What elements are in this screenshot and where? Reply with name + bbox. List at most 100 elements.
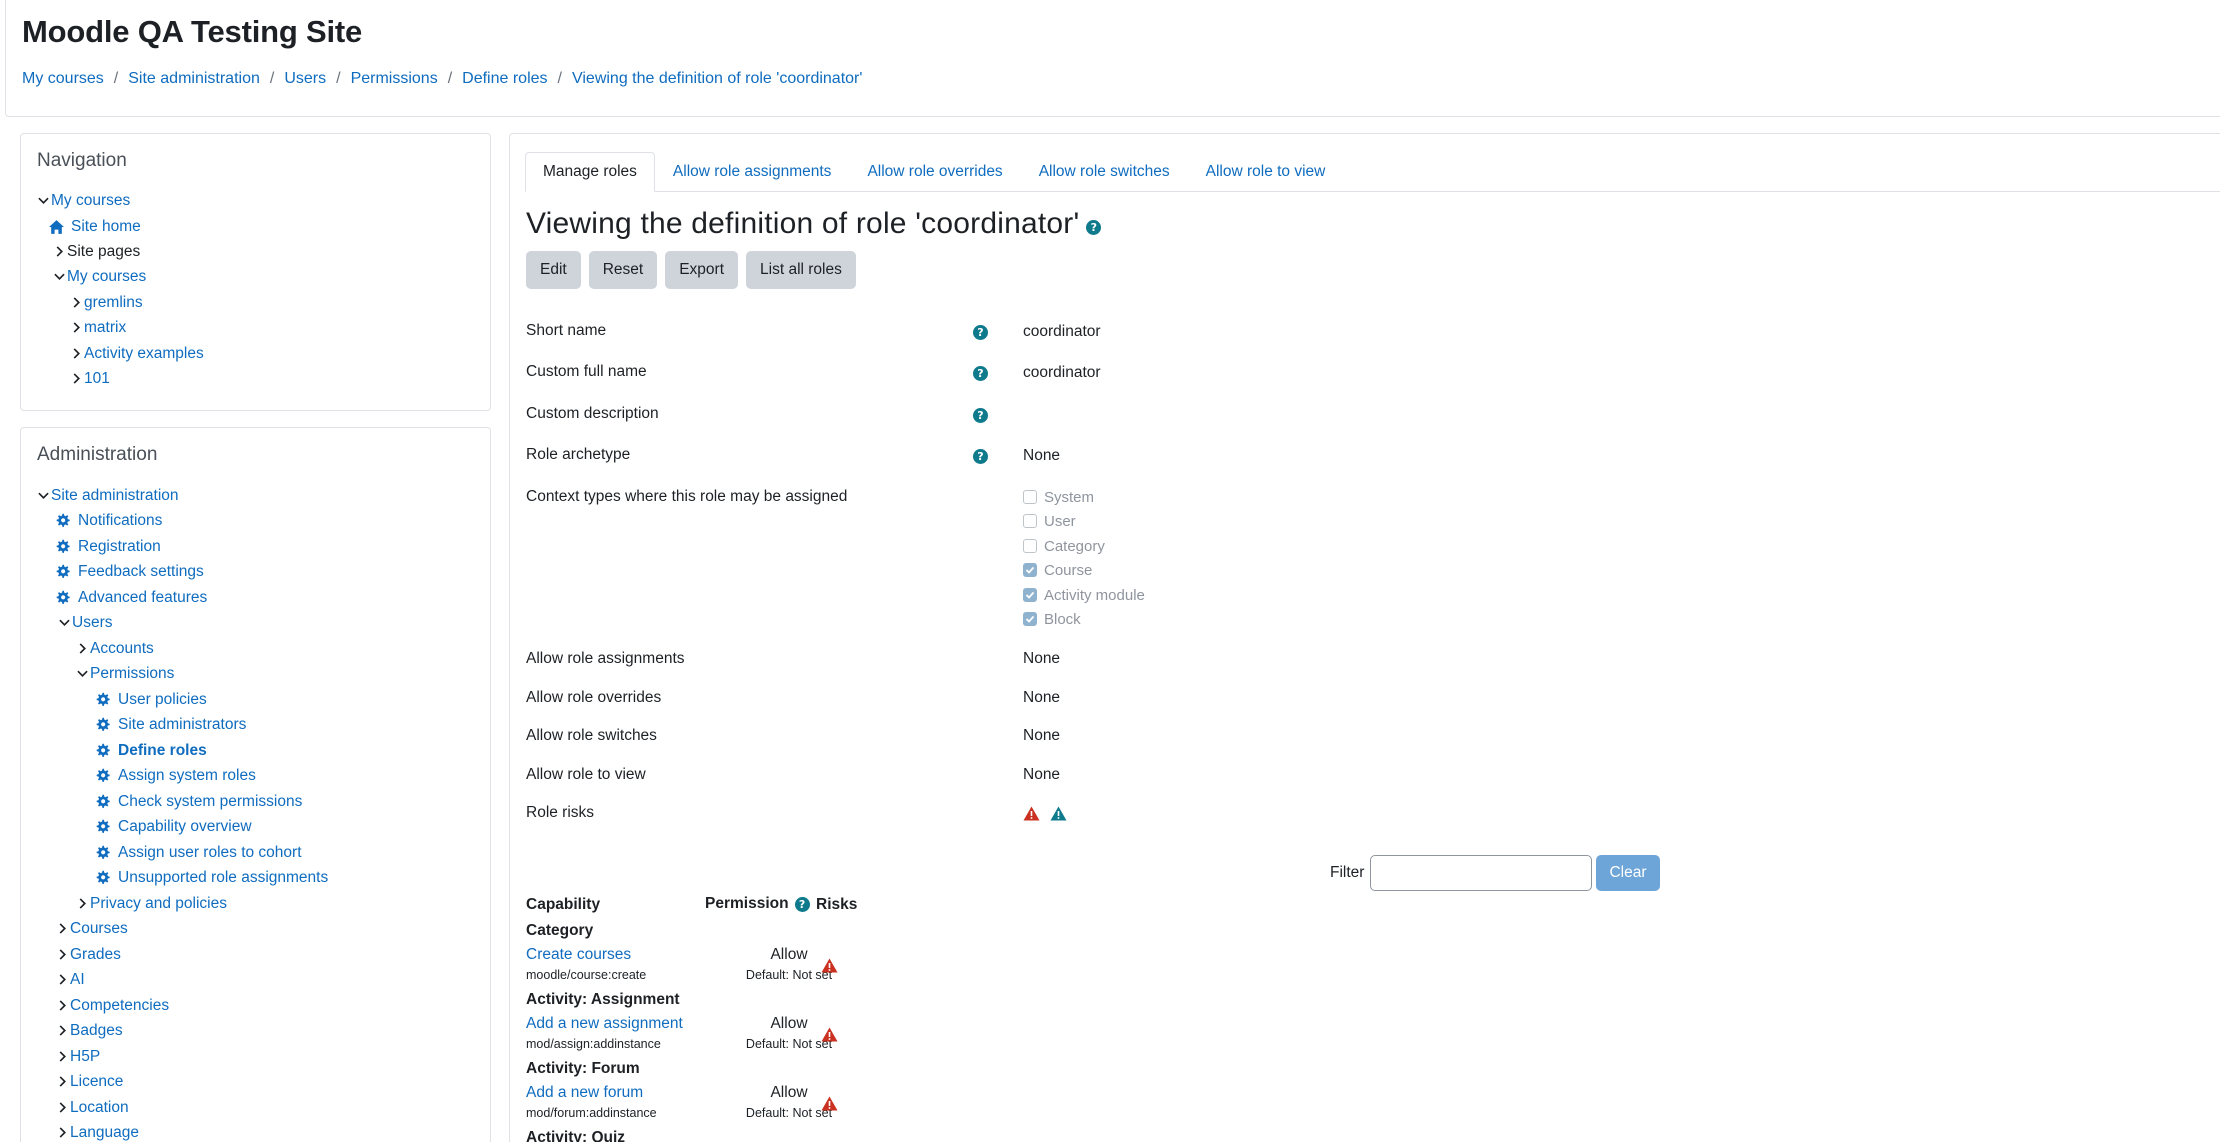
export-button[interactable]: Export [665, 251, 739, 289]
capability-link[interactable]: Create courses [526, 946, 631, 964]
nav-course-101[interactable]: 101 [69, 366, 110, 391]
nav-course-label[interactable]: matrix [84, 319, 126, 337]
admin-define-roles[interactable]: Define roles [95, 738, 207, 763]
admin-section-h5p[interactable]: H5P [55, 1044, 100, 1069]
breadcrumb-define-roles[interactable]: Define roles [462, 70, 547, 88]
tab-allow-role-overrides[interactable]: Allow role overrides [849, 152, 1020, 192]
admin-assign-system-roles[interactable]: Assign system roles [95, 763, 256, 788]
nav-site-home-label[interactable]: Site home [71, 218, 141, 236]
admin-section-language[interactable]: Language [55, 1120, 139, 1142]
nav-course-label[interactable]: Activity examples [84, 345, 204, 363]
capability-link[interactable]: Add a new forum [526, 1084, 643, 1102]
admin-section-label[interactable]: Grades [70, 946, 121, 964]
nav-site-pages-label[interactable]: Site pages [67, 243, 140, 261]
admin-section-grades[interactable]: Grades [55, 942, 121, 967]
admin-permission-item-label[interactable]: Unsupported role assignments [118, 869, 328, 887]
risk-warning-icon[interactable] [821, 1027, 838, 1042]
admin-section-label[interactable]: Licence [70, 1073, 123, 1091]
nav-my-courses-sub-label[interactable]: My courses [67, 268, 146, 286]
breadcrumb-site-administration[interactable]: Site administration [128, 70, 260, 88]
clear-button[interactable]: Clear [1596, 855, 1660, 891]
admin-assign-user-roles-to-cohort[interactable]: Assign user roles to cohort [95, 840, 302, 865]
admin-permission-item-label[interactable]: Assign user roles to cohort [118, 844, 302, 862]
risk-warning-icon[interactable] [821, 1096, 838, 1111]
nav-my-courses[interactable]: My courses [36, 188, 130, 213]
nav-course-gremlins[interactable]: gremlins [69, 290, 143, 315]
risk-warning-icon[interactable] [1023, 806, 1040, 821]
admin-unsupported-role-assignments[interactable]: Unsupported role assignments [95, 865, 328, 890]
list-all-roles-button[interactable]: List all roles [746, 251, 856, 289]
admin-section-courses[interactable]: Courses [55, 916, 128, 941]
tab-allow-role-assignments[interactable]: Allow role assignments [655, 152, 850, 192]
nav-course-activity-examples[interactable]: Activity examples [69, 341, 204, 366]
admin-check-system-permissions[interactable]: Check system permissions [95, 789, 302, 814]
allow-role-to-view-value: None [1023, 766, 1061, 783]
admin-section-label[interactable]: Language [70, 1124, 139, 1142]
admin-permissions[interactable]: Permissions [75, 661, 174, 686]
admin-notifications[interactable]: Notifications [55, 508, 162, 533]
admin-site-administration[interactable]: Site administration [36, 483, 179, 508]
help-icon[interactable]: ? [1086, 219, 1102, 235]
tab-manage-roles[interactable]: Manage roles [525, 152, 655, 192]
help-icon[interactable]: ? [794, 896, 810, 912]
help-icon[interactable]: ? [973, 325, 988, 340]
admin-feedback-settings-label[interactable]: Feedback settings [78, 563, 204, 581]
nav-my-courses-sub[interactable]: My courses [52, 264, 146, 289]
admin-permission-item-label[interactable]: Capability overview [118, 818, 252, 836]
breadcrumb-users[interactable]: Users [284, 70, 326, 88]
admin-site-administrators[interactable]: Site administrators [95, 712, 246, 737]
admin-permission-item-label[interactable]: Assign system roles [118, 767, 256, 785]
admin-permission-item-label[interactable]: Site administrators [118, 716, 246, 734]
admin-user-policies[interactable]: User policies [95, 687, 207, 712]
admin-section-label[interactable]: Competencies [70, 997, 169, 1015]
admin-notifications-label[interactable]: Notifications [78, 512, 162, 530]
risk-info-icon[interactable] [1050, 806, 1067, 821]
capability-link[interactable]: Add a new assignment [526, 1015, 683, 1033]
breadcrumb-current-page[interactable]: Viewing the definition of role 'coordina… [572, 70, 862, 88]
nav-course-label[interactable]: gremlins [84, 294, 143, 312]
admin-accounts[interactable]: Accounts [75, 636, 154, 661]
admin-section-ai[interactable]: AI [55, 967, 85, 992]
help-icon[interactable]: ? [973, 449, 988, 464]
nav-site-home[interactable]: Site home [48, 214, 141, 239]
admin-section-label[interactable]: Location [70, 1099, 129, 1117]
admin-section-licence[interactable]: Licence [55, 1069, 123, 1094]
admin-permission-item-label[interactable]: Define roles [118, 742, 207, 760]
breadcrumb-my-courses[interactable]: My courses [22, 70, 104, 88]
admin-permission-item-label[interactable]: User policies [118, 691, 207, 709]
admin-registration-label[interactable]: Registration [78, 538, 161, 556]
admin-users[interactable]: Users [57, 610, 112, 635]
admin-section-competencies[interactable]: Competencies [55, 993, 169, 1018]
admin-privacy-and-policies[interactable]: Privacy and policies [75, 891, 227, 916]
nav-my-courses-label[interactable]: My courses [51, 192, 130, 210]
admin-feedback-settings[interactable]: Feedback settings [55, 559, 204, 584]
nav-course-label[interactable]: 101 [84, 370, 110, 388]
admin-section-label[interactable]: AI [70, 971, 85, 989]
admin-site-administration-label[interactable]: Site administration [51, 487, 179, 505]
admin-users-label[interactable]: Users [72, 614, 112, 632]
admin-advanced-features[interactable]: Advanced features [55, 585, 207, 610]
risk-warning-icon[interactable] [821, 958, 838, 973]
edit-button[interactable]: Edit [526, 251, 581, 289]
admin-permission-item-label[interactable]: Check system permissions [118, 793, 302, 811]
admin-capability-overview[interactable]: Capability overview [95, 814, 252, 839]
admin-privacy-label[interactable]: Privacy and policies [90, 895, 227, 913]
admin-section-location[interactable]: Location [55, 1095, 129, 1120]
tab-allow-role-switches[interactable]: Allow role switches [1021, 152, 1188, 192]
admin-permissions-label[interactable]: Permissions [90, 665, 174, 683]
filter-input[interactable] [1370, 855, 1593, 891]
admin-advanced-features-label[interactable]: Advanced features [78, 589, 207, 607]
nav-course-matrix[interactable]: matrix [69, 315, 126, 340]
nav-site-pages[interactable]: Site pages [52, 239, 140, 264]
admin-section-label[interactable]: Courses [70, 920, 128, 938]
admin-section-label[interactable]: H5P [70, 1048, 100, 1066]
admin-accounts-label[interactable]: Accounts [90, 640, 154, 658]
admin-registration[interactable]: Registration [55, 534, 161, 559]
help-icon[interactable]: ? [973, 366, 988, 381]
reset-button[interactable]: Reset [588, 251, 658, 289]
breadcrumb-permissions[interactable]: Permissions [351, 70, 438, 88]
admin-section-badges[interactable]: Badges [55, 1018, 123, 1043]
admin-section-label[interactable]: Badges [70, 1022, 123, 1040]
help-icon[interactable]: ? [973, 408, 988, 423]
tab-allow-role-to-view[interactable]: Allow role to view [1188, 152, 1344, 192]
